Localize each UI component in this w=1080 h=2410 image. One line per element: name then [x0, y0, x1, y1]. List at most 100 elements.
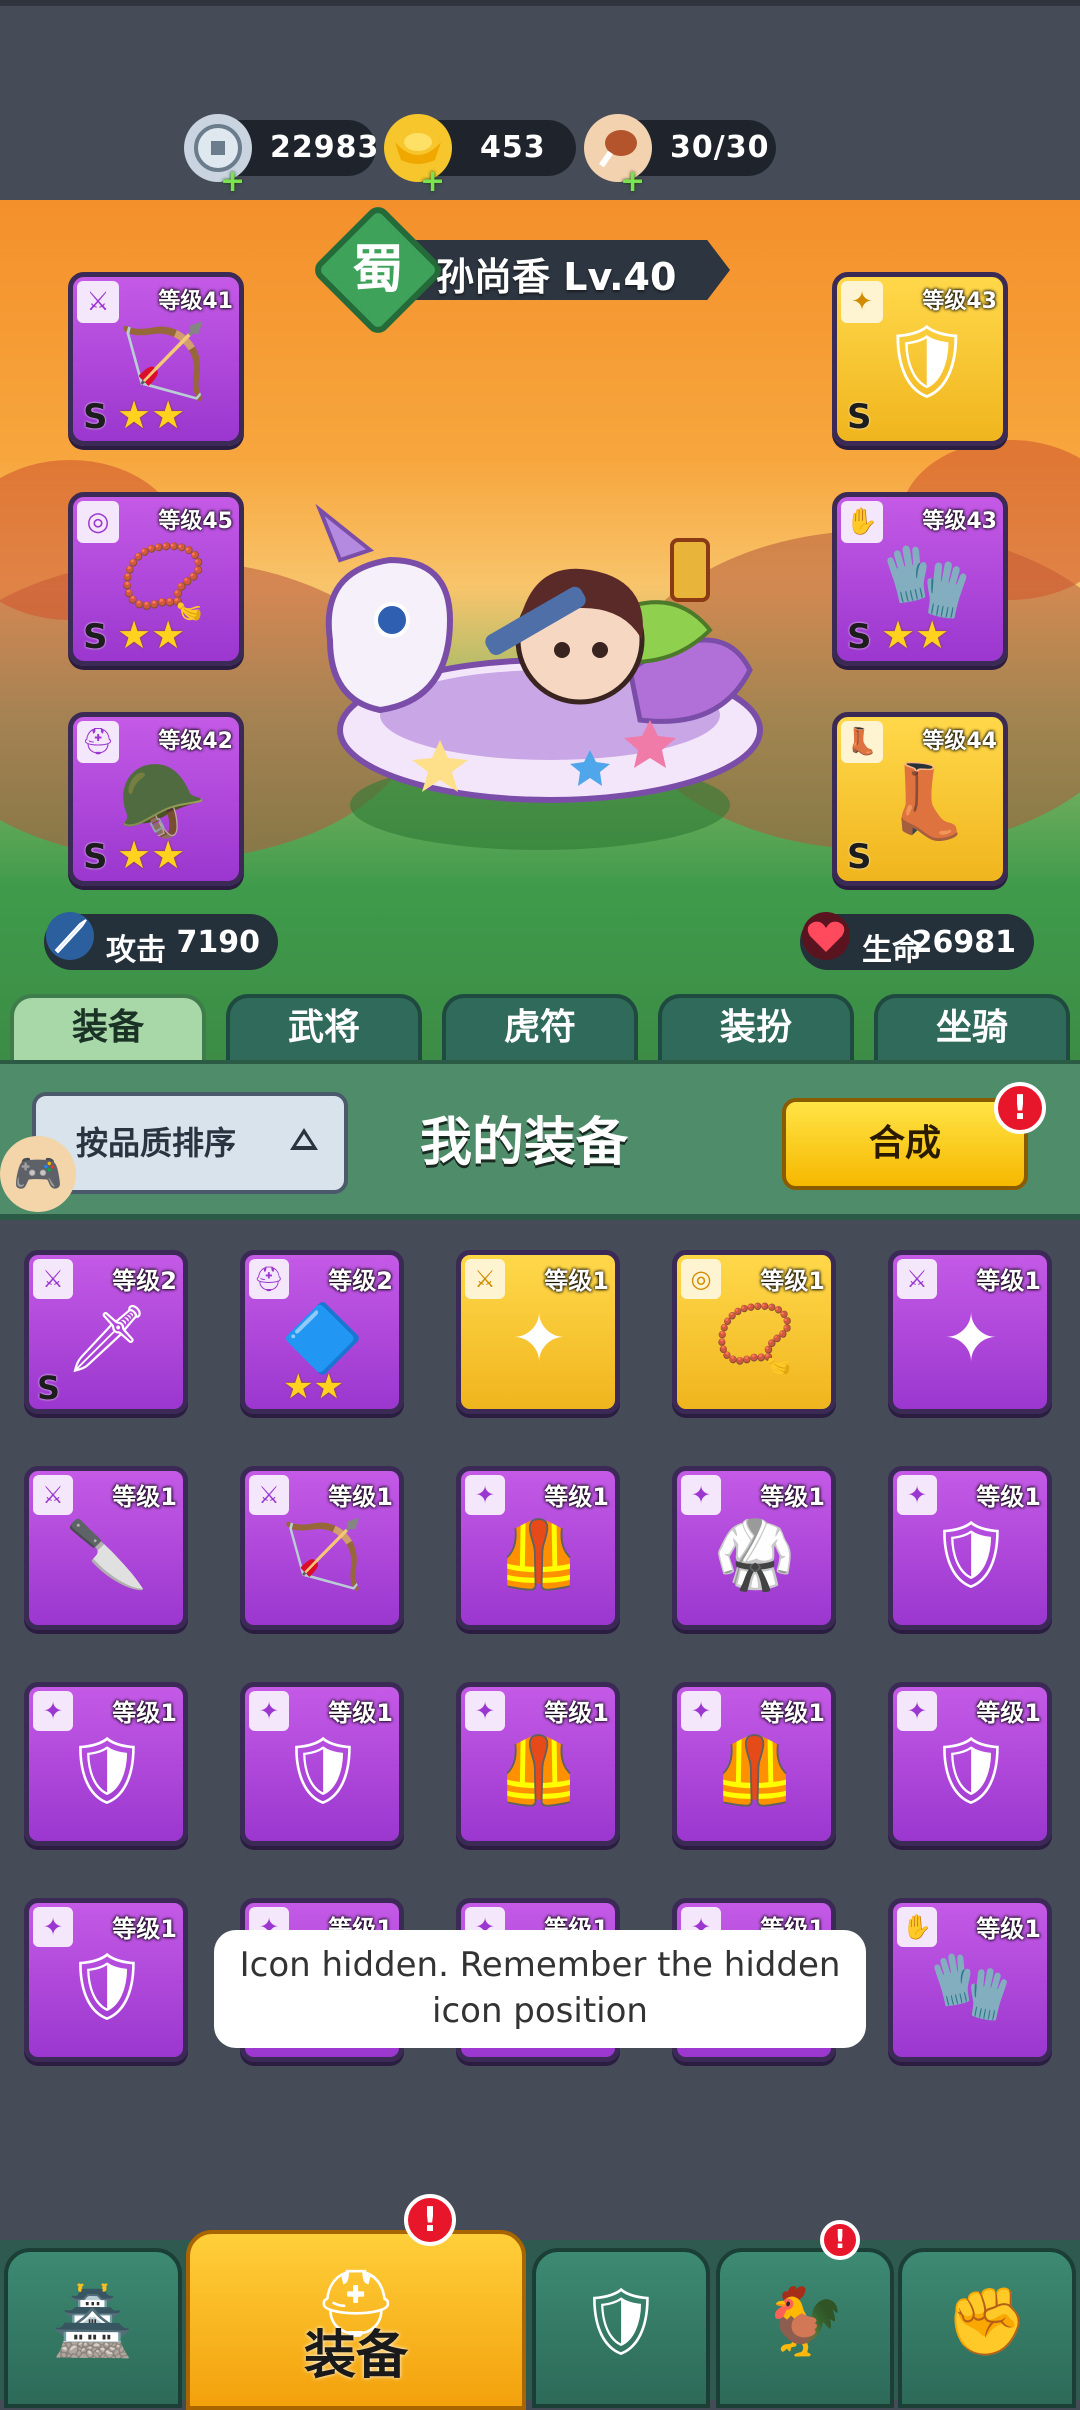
star-rating: ★★ — [117, 393, 186, 437]
nav-equipment-label: 装备 — [303, 2326, 408, 2386]
tab-tiger-tally[interactable]: 虎符 — [442, 994, 638, 1060]
nav-rooster[interactable]: 🐓 — [716, 2248, 894, 2408]
star-rating: ★★ — [117, 833, 186, 877]
equip-slot-weapon[interactable]: ⚔ 等级41 🏹 S ★★ — [68, 272, 244, 446]
tab-mount[interactable]: 坐骑 — [874, 994, 1070, 1060]
page-title: 我的装备 — [420, 1113, 629, 1173]
ingot-counter[interactable]: + 453 — [384, 114, 576, 199]
plus-icon[interactable]: + — [420, 164, 445, 199]
hero-stage: 蜀 孙尚香 Lv.40 ⚔ 等级41 🏹 S ★★ ◎ 等级45 📿 S ★★ … — [0, 200, 1080, 1060]
star-rating: ★★ — [283, 1367, 344, 1407]
attack-label: 攻击 — [106, 933, 166, 968]
merge-alert-badge: ! — [994, 1082, 1046, 1134]
equipment-item[interactable]: ✦ 等级1 🦺 — [456, 1466, 620, 1630]
nav-equipment[interactable]: ⛑ 装备 — [186, 2230, 526, 2410]
heart-icon — [794, 910, 858, 974]
boots-icon: 👢 — [882, 759, 972, 843]
stamina-counter[interactable]: + 30/30 — [584, 114, 776, 199]
tab-generals[interactable]: 武将 — [226, 994, 422, 1060]
grade-label: S — [83, 617, 108, 657]
status-area: + 22983 + 453 + 30/30 — [0, 0, 1080, 200]
toast-line: Icon hidden. Remember the hidden — [239, 1945, 841, 1985]
ingot-value: 453 — [480, 130, 546, 165]
grade-label: S — [847, 837, 872, 877]
bottom-nav: 🏯 ⛑ 装备 ! 🛡 🐓 ! ✊ — [0, 2194, 1080, 2410]
equip-slot-gauntlet[interactable]: ✋ 等级43 🧤 S ★★ — [832, 492, 1008, 666]
tab-bar: 装备 武将 虎符 装扮 坐骑 — [0, 990, 1080, 1060]
equipment-item[interactable]: ✦ 等级1 🛡 — [888, 1466, 1052, 1630]
equipment-item[interactable]: ⛑ 等级2 🔷 ★★ — [240, 1250, 404, 1414]
tab-costume[interactable]: 装扮 — [658, 994, 854, 1060]
equip-slot-amulet[interactable]: ◎ 等级45 📿 S ★★ — [68, 492, 244, 666]
equipment-icon: 🥋 — [713, 1516, 797, 1593]
plus-icon[interactable]: + — [620, 164, 645, 199]
equipment-icon: 🛡 — [65, 1732, 149, 1809]
hero-name: 孙尚香 Lv.40 — [436, 255, 677, 299]
equipment-item[interactable]: ⚔ 等级1 ✦ — [456, 1250, 620, 1414]
equipment-item[interactable]: ⚔ 等级2 🗡 S — [24, 1250, 188, 1414]
equipment-icon: ✦ — [943, 1300, 999, 1377]
hp-value: 26981 — [911, 925, 1016, 960]
nav-palace[interactable]: 🏯 — [4, 2248, 182, 2408]
equipment-item[interactable]: ✦ 等级1 🦺 — [456, 1682, 620, 1846]
equipment-icon: 🏹 — [281, 1516, 365, 1593]
equipment-item[interactable]: ✦ 等级1 🛡 — [888, 1682, 1052, 1846]
coin-value: 22983 — [270, 130, 380, 165]
rooster-icon: 🐓 — [763, 2283, 847, 2360]
attack-stat: 攻击 7190 — [44, 912, 278, 970]
palace-icon: 🏯 — [51, 2283, 135, 2360]
equipment-icon: 🦺 — [497, 1516, 581, 1593]
gamepad-icon[interactable]: 🎮 — [0, 1136, 76, 1212]
tab-equipment[interactable]: 装备 — [10, 994, 206, 1060]
equipment-item[interactable]: ⚔ 等级1 ✦ — [888, 1250, 1052, 1414]
coin-counter[interactable]: + 22983 — [184, 114, 380, 199]
equipment-item[interactable]: ✦ 等级1 🛡 — [24, 1898, 188, 2062]
grade-label: S — [83, 837, 108, 877]
nav-battle[interactable]: 🛡 — [532, 2248, 710, 2408]
faction-label: 蜀 — [351, 240, 404, 300]
equipment-item[interactable]: ✦ 等级1 🛡 — [240, 1682, 404, 1846]
grade-label: S — [847, 397, 872, 437]
top-edge — [0, 0, 1080, 6]
equipment-item[interactable]: ✦ 等级1 🦺 — [672, 1682, 836, 1846]
equip-slot-armor[interactable]: ✦ 等级43 🛡 S — [832, 272, 1008, 446]
nav-alert-badge: ! — [404, 2194, 456, 2246]
equipment-icon: 🗡 — [65, 1300, 149, 1377]
equipment-icon: 🔪 — [65, 1516, 149, 1593]
merge-button[interactable]: 合成 — [782, 1098, 1028, 1190]
equipment-item[interactable]: ◎ 等级1 📿 — [672, 1250, 836, 1414]
triangle-up-icon — [290, 1128, 318, 1150]
sort-label: 按品质排序 — [76, 1124, 237, 1162]
toast-line: icon position — [432, 1991, 648, 2031]
plus-icon[interactable]: + — [220, 164, 245, 199]
star-rating: ★★ — [881, 613, 950, 657]
hp-stat: 生命 26981 — [800, 912, 1034, 970]
equipment-icon: 🦺 — [497, 1732, 581, 1809]
star-rating: ★★ — [117, 613, 186, 657]
grade-label: S — [847, 617, 872, 657]
equipment-item[interactable]: ⚔ 等级1 🔪 — [24, 1466, 188, 1630]
hero-character[interactable] — [300, 500, 770, 840]
grade-label: S — [83, 397, 108, 437]
equipment-icon: 🛡 — [65, 1948, 149, 2025]
equipment-icon: 🦺 — [713, 1732, 797, 1809]
equipment-item[interactable]: ⚔ 等级1 🏹 — [240, 1466, 404, 1630]
sort-by-quality-button[interactable]: 按品质排序 — [32, 1092, 348, 1194]
stamina-value: 30/30 — [670, 130, 770, 165]
nav-alert-badge: ! — [820, 2220, 860, 2260]
equipment-icon: 📿 — [713, 1300, 797, 1377]
toast-message: Icon hidden. Remember the hidden icon po… — [214, 1930, 866, 2048]
equipment-header: 按品质排序 我的装备 合成 ! — [0, 1060, 1080, 1220]
equipment-item[interactable]: ✋ 等级1 🧤 — [888, 1898, 1052, 2062]
sword-icon — [38, 910, 102, 974]
equipment-icon: ✦ — [511, 1300, 567, 1377]
equip-slot-helmet[interactable]: ⛑ 等级42 🪖 S ★★ — [68, 712, 244, 886]
equipment-item[interactable]: ✦ 等级1 🛡 — [24, 1682, 188, 1846]
nav-upgrade[interactable]: ✊ — [898, 2248, 1076, 2408]
fist-upgrade-icon: ✊ — [945, 2283, 1029, 2360]
armor-icon: 🛡 — [881, 319, 973, 403]
crossed-swords-shield-icon: 🛡 — [579, 2283, 663, 2360]
equip-slot-boots[interactable]: 👢 等级44 👢 S — [832, 712, 1008, 886]
equipment-icon: 🛡 — [281, 1732, 365, 1809]
equipment-item[interactable]: ✦ 等级1 🥋 — [672, 1466, 836, 1630]
